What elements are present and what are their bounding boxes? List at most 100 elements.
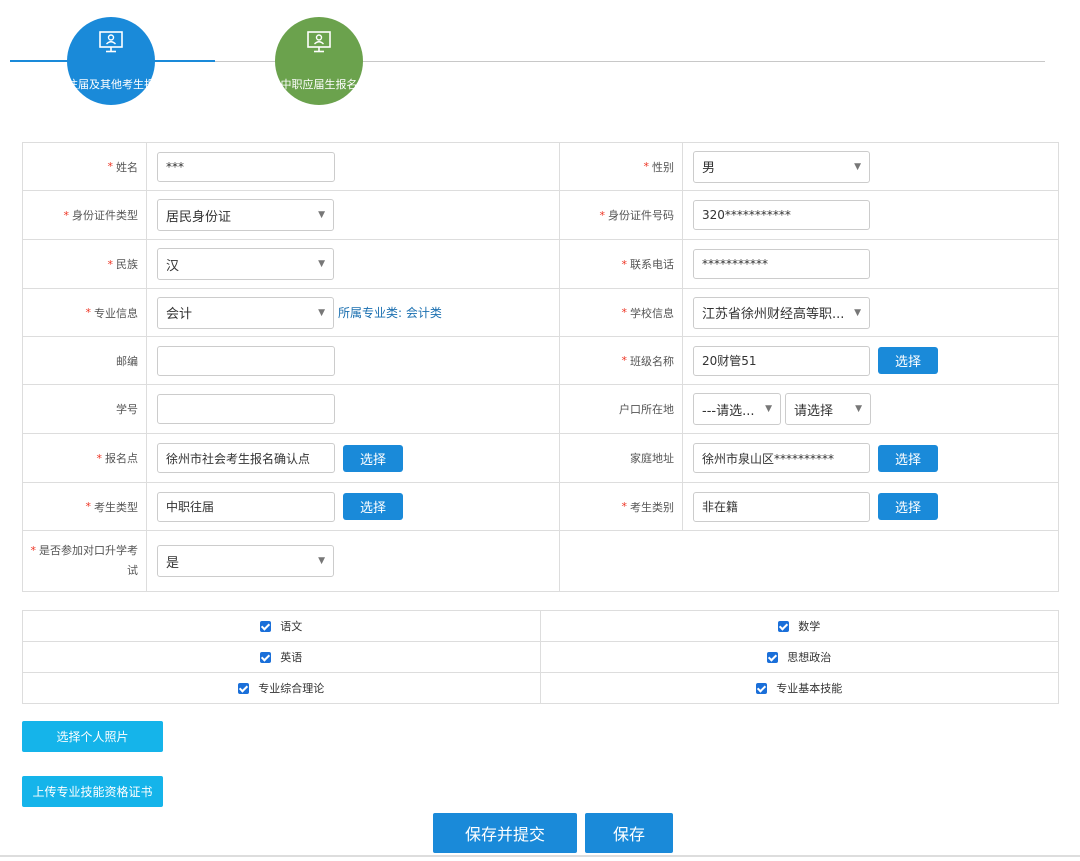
school-select[interactable]: 江苏省徐州财经高等职... ▼ (693, 296, 870, 329)
chevron-down-icon: ▼ (765, 404, 772, 414)
chevron-down-icon: ▼ (854, 307, 861, 318)
select-photo-button[interactable]: 选择个人照片 (22, 721, 163, 752)
field-label: * 班级名称 (560, 337, 683, 384)
subject-skills[interactable]: 专业基本技能 (541, 673, 1059, 703)
field-cell: *********** (683, 240, 1059, 288)
subject-theory[interactable]: 专业综合理论 (23, 673, 541, 703)
counterpart-select[interactable]: 是 ▼ (157, 545, 334, 577)
class-select-button[interactable]: 选择 (878, 347, 938, 374)
subject-label: 语文 (280, 620, 303, 633)
ethnicity-select[interactable]: 汉 ▼ (157, 248, 334, 280)
subject-chinese[interactable]: 语文 (23, 611, 541, 641)
chevron-down-icon: ▼ (318, 556, 325, 566)
phone-label: 联系电话 (630, 258, 674, 271)
registration-form: * 姓名 *** * 性别 男 ▼ * 身份证件类型 居民身份证 ▼ * 身份证件号码 32… (22, 142, 1059, 592)
subject-label: 数学 (798, 620, 821, 633)
field-cell: 汉 ▼ (147, 240, 560, 288)
ethnicity-label: 民族 (116, 258, 138, 271)
hukou-label: 户口所在地 (619, 403, 674, 416)
chevron-down-icon: ▼ (318, 259, 325, 269)
field-label: * 姓名 (23, 143, 147, 190)
field-cell: 是 ▼ (147, 531, 560, 591)
form-row: * 考生类型 中职往届 选择 * 考生类别 非在籍 选择 (23, 483, 1059, 531)
class-name-input[interactable]: 20财管51 (693, 345, 870, 376)
hukou-city-value: 请选择 (794, 403, 834, 419)
field-label: * 身份证件号码 (560, 191, 683, 239)
gender-value: 男 (702, 161, 716, 176)
exam-category-input[interactable]: 非在籍 (693, 491, 870, 522)
id-number-input[interactable]: 320*********** (693, 200, 870, 230)
chevron-down-icon: ▼ (318, 210, 325, 220)
hukou-province-select[interactable]: ---请选... ▼ (693, 393, 781, 425)
field-label: 户口所在地 (560, 385, 683, 433)
field-cell: ---请选... ▼ 请选择 ▼ (683, 385, 1059, 433)
name-input[interactable]: *** (157, 151, 335, 182)
postcode-input[interactable] (157, 345, 335, 376)
subject-politics[interactable]: 思想政治 (541, 642, 1059, 672)
checkbox-checked-icon[interactable] (260, 651, 272, 663)
upload-certificate-button[interactable]: 上传专业技能资格证书 (22, 776, 163, 807)
exam-category-label: 考生类别 (630, 500, 674, 514)
form-row: * 是否参加对口升学考 试 是 ▼ (23, 531, 1059, 592)
id-type-select[interactable]: 居民身份证 ▼ (157, 199, 334, 231)
step-vocational-graduates[interactable]: 中职应届生报名 (275, 17, 363, 105)
checkbox-checked-icon[interactable] (778, 620, 790, 632)
form-row: 邮编 * 班级名称 20财管51 选择 (23, 337, 1059, 385)
field-cell (147, 385, 560, 433)
form-row: * 专业信息 会计 ▼ 所属专业类: 会计类 * 学校信息 江苏省徐州财经高等职...… (23, 289, 1059, 337)
field-cell: 非在籍 选择 (683, 483, 1059, 530)
subject-label: 专业基本技能 (776, 682, 843, 695)
form-row: 学号 户口所在地 ---请选... ▼ 请选择 ▼ (23, 385, 1059, 434)
phone-input[interactable]: *********** (693, 249, 870, 279)
major-select[interactable]: 会计 ▼ (157, 296, 334, 329)
hukou-city-select[interactable]: 请选择 ▼ (785, 393, 871, 425)
form-row: * 民族 汉 ▼ * 联系电话 *********** (23, 240, 1059, 289)
subject-math[interactable]: 数学 (541, 611, 1059, 641)
step-progress: 往届及其他考生报 中职应届生报名 (0, 0, 1080, 120)
school-label: 学校信息 (630, 306, 674, 320)
subjects-table: 语文 数学 英语 思想政治 专业综合理论 专业基本技能 (22, 610, 1059, 704)
field-label: * 身份证件类型 (23, 191, 147, 239)
checkbox-checked-icon[interactable] (238, 682, 250, 694)
field-cell: 男 ▼ (683, 143, 1059, 190)
field-cell: 中职往届 选择 (147, 483, 560, 530)
student-no-label: 学号 (116, 403, 138, 416)
id-type-label: 身份证件类型 (72, 209, 138, 222)
field-label: * 报名点 (23, 434, 147, 482)
field-cell: 320*********** (683, 191, 1059, 239)
exam-type-input[interactable]: 中职往届 (157, 491, 335, 522)
field-cell: 会计 ▼ 所属专业类: 会计类 (147, 289, 560, 336)
monitor-user-icon (307, 31, 331, 53)
address-input[interactable]: 徐州市泉山区********** (693, 443, 870, 473)
checkbox-checked-icon[interactable] (260, 620, 272, 632)
field-label: 家庭地址 (560, 434, 683, 482)
form-row: * 身份证件类型 居民身份证 ▼ * 身份证件号码 320*********** (23, 191, 1059, 240)
gender-label: 性别 (652, 160, 674, 174)
checkbox-checked-icon[interactable] (767, 651, 779, 663)
subject-label: 思想政治 (787, 651, 832, 664)
save-button[interactable]: 保存 (585, 813, 673, 853)
save-submit-button[interactable]: 保存并提交 (433, 813, 577, 853)
table-row: 英语 思想政治 (23, 642, 1059, 673)
chevron-down-icon: ▼ (854, 161, 861, 172)
class-name-label: 班级名称 (630, 354, 674, 368)
field-label: 学号 (23, 385, 147, 433)
exam-category-select-button[interactable]: 选择 (878, 493, 938, 520)
field-cell: 居民身份证 ▼ (147, 191, 560, 239)
student-no-input[interactable] (157, 394, 335, 424)
gender-select[interactable]: 男 ▼ (693, 150, 870, 183)
counterpart-label: 是否参加对口升学考 (39, 544, 138, 557)
field-label: 邮编 (23, 337, 147, 384)
reg-point-input[interactable]: 徐州市社会考生报名确认点 (157, 443, 335, 473)
address-select-button[interactable]: 选择 (878, 444, 938, 472)
step-returning-students[interactable]: 往届及其他考生报 (67, 17, 155, 105)
exam-type-select-button[interactable]: 选择 (343, 493, 403, 520)
reg-point-select-button[interactable]: 选择 (343, 444, 403, 472)
checkbox-checked-icon[interactable] (756, 682, 768, 694)
subject-english[interactable]: 英语 (23, 642, 541, 672)
school-value: 江苏省徐州财经高等职... (702, 307, 845, 322)
counterpart-label-line1: * 是否参加对口升学考 (30, 544, 139, 557)
step-label: 往届及其他考生报 (67, 78, 155, 91)
field-label: * 民族 (23, 240, 147, 288)
form-row: * 报名点 徐州市社会考生报名确认点 选择 家庭地址 徐州市泉山区********… (23, 434, 1059, 483)
